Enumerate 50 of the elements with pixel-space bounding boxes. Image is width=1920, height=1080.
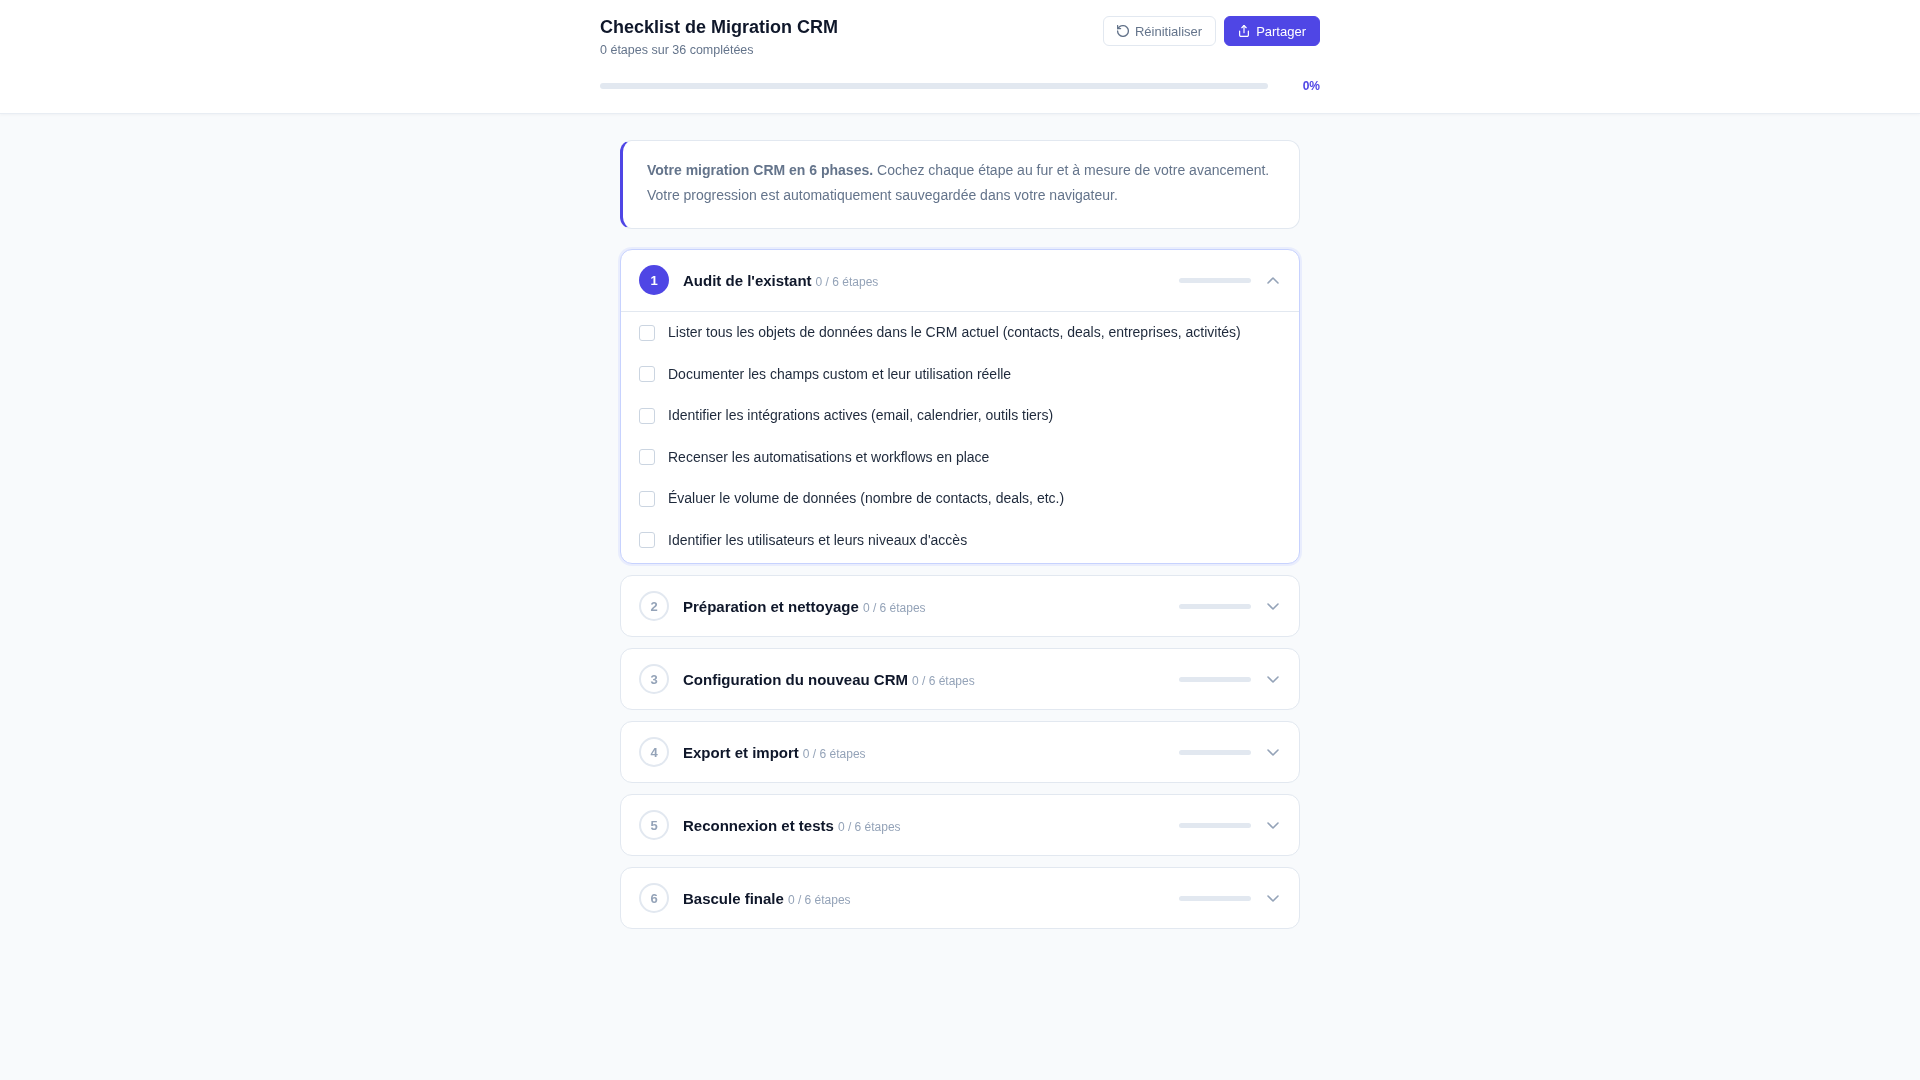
phase-number: 3	[639, 664, 669, 694]
step-label: Documenter les champs custom et leur utilisation réelle	[668, 364, 1012, 384]
step-label: Identifier les intégrations actives (email, calendrier, outils tiers)	[668, 406, 1054, 425]
phase-number: 1	[639, 265, 669, 295]
checkbox[interactable]	[639, 449, 655, 466]
chevron-down-icon[interactable]	[1267, 748, 1279, 756]
phase-progress-track	[1179, 749, 1251, 755]
completion-summary: 0 étapes sur 36 complétées	[600, 42, 754, 59]
phase-progress-track	[1179, 277, 1251, 283]
phase-title[interactable]: Export et import	[683, 743, 799, 761]
step-label: Identifier les utilisateurs et leurs niveaux d'accès	[668, 530, 968, 550]
phase-progress-track	[1179, 822, 1251, 828]
checkbox[interactable]	[639, 366, 655, 383]
phase-count: 0 / 6 étapes	[815, 274, 879, 289]
phase-title[interactable]: Reconnexion et tests	[683, 816, 834, 834]
phase-title[interactable]: Préparation et nettoyage	[683, 597, 859, 615]
phase-count: 0 / 6 étapes	[912, 673, 975, 688]
reset-button[interactable]: Réinitialiser	[1102, 16, 1217, 46]
phase-count: 0 / 6 étapes	[802, 746, 866, 761]
progress-percent: 0%	[1301, 78, 1320, 94]
phase-count: 0 / 6 étapes	[787, 892, 851, 907]
phase-title[interactable]: Audit de l'existant	[683, 271, 812, 289]
phase-progress-track	[1179, 676, 1251, 682]
checkbox[interactable]	[639, 407, 655, 424]
chevron-down-icon[interactable]	[1267, 894, 1279, 902]
phase-number: 2	[639, 591, 669, 621]
share-icon	[1238, 25, 1251, 37]
step-label: Lister tous les objets de données dans le CRM actuel (contacts, deals, entreprises, activités)	[668, 323, 1241, 342]
phase-number: 5	[639, 810, 669, 840]
checkbox[interactable]	[639, 532, 655, 549]
phase-title[interactable]: Configuration du nouveau CRM	[683, 670, 908, 688]
page-title: Checklist de Migration CRM	[600, 16, 839, 38]
chevron-down-icon[interactable]	[1267, 675, 1279, 683]
chevron-up-icon[interactable]	[1267, 276, 1279, 284]
phase-title[interactable]: Bascule finale	[683, 889, 784, 907]
checkbox[interactable]	[639, 324, 655, 341]
phase-count: 0 / 6 étapes	[862, 600, 926, 615]
phase-number: 4	[639, 737, 669, 767]
chevron-down-icon[interactable]	[1267, 821, 1279, 829]
share-button[interactable]: Partager	[1224, 16, 1320, 46]
phase-progress-track	[1179, 895, 1251, 901]
step-label: Recenser les automatisations et workflows en place	[668, 447, 990, 467]
phase-progress-track	[1179, 603, 1251, 609]
phase-count: 0 / 6 étapes	[837, 819, 901, 834]
rotate-left-icon	[1116, 25, 1129, 37]
checkbox[interactable]	[639, 490, 655, 507]
phase-number: 6	[639, 883, 669, 913]
step-label: Évaluer le volume de données (nombre de contacts, deals, etc.)	[668, 489, 1065, 508]
intro-text: Votre migration CRM en 6 phases. Cochez chaque étape au fur et à mesure de votre avancement. Votre progression est automatiquement sauvegardée dans votre navigateur.	[647, 161, 1271, 205]
chevron-down-icon[interactable]	[1267, 602, 1279, 610]
